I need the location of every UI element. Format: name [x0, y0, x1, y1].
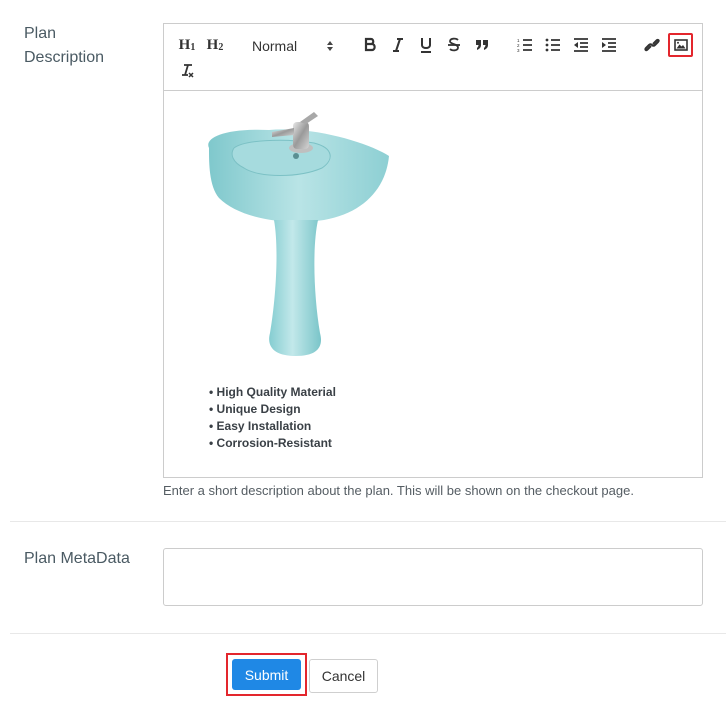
- feature-item: Corrosion-Resistant: [209, 435, 336, 452]
- underline-button[interactable]: [416, 35, 436, 55]
- feature-item: High Quality Material: [209, 384, 336, 401]
- heading-1-button[interactable]: H1: [176, 34, 198, 56]
- submit-button[interactable]: Submit: [232, 659, 301, 690]
- link-button[interactable]: [642, 35, 662, 55]
- section-divider: [10, 633, 726, 634]
- indent-icon: [601, 38, 617, 52]
- bold-icon: [363, 37, 377, 53]
- plan-metadata-input[interactable]: [163, 548, 703, 606]
- feature-item: Unique Design: [209, 401, 336, 418]
- strikethrough-button[interactable]: [444, 35, 464, 55]
- bullet-list-button[interactable]: [543, 35, 563, 55]
- underline-icon: [419, 37, 433, 53]
- plan-metadata-label: Plan MetaData: [24, 550, 130, 567]
- clear-format-icon: [179, 63, 195, 79]
- italic-icon: [391, 37, 405, 53]
- ordered-list-button[interactable]: 123: [515, 35, 535, 55]
- sink-image: [204, 108, 394, 363]
- svg-text:3: 3: [517, 48, 520, 52]
- rich-text-editor[interactable]: H1 H2 Normal 1 2 3 • High Quality Materi…: [163, 23, 703, 478]
- indent-button[interactable]: [599, 35, 619, 55]
- heading-2-label: H: [206, 36, 219, 53]
- editor-toolbar: H1 H2 Normal 1 2 3: [164, 24, 702, 91]
- ordered-list-icon: 123: [517, 38, 533, 52]
- outdent-icon: [573, 38, 589, 52]
- format-select-value: Normal: [252, 38, 298, 54]
- heading-2-button[interactable]: H2: [204, 34, 226, 56]
- blockquote-icon: [475, 39, 489, 51]
- heading-1-sub: 1: [190, 41, 196, 53]
- feature-item: Easy Installation: [209, 418, 336, 435]
- link-icon: [644, 37, 660, 53]
- plan-description-label: Plan Description: [24, 25, 105, 66]
- heading-2-sub: 2: [218, 41, 224, 53]
- section-divider: [10, 521, 726, 522]
- select-arrows-icon: [326, 39, 334, 57]
- insert-image-button[interactable]: [668, 33, 693, 57]
- clear-format-button[interactable]: [176, 60, 198, 82]
- editor-content[interactable]: High Quality Material Unique Design Easy…: [164, 92, 702, 477]
- image-icon: [673, 39, 688, 51]
- feature-list: High Quality Material Unique Design Easy…: [209, 384, 336, 452]
- heading-1-label: H: [178, 36, 191, 53]
- blockquote-button[interactable]: [472, 35, 492, 55]
- plan-description-help: Enter a short description about the plan…: [163, 483, 634, 498]
- outdent-button[interactable]: [571, 35, 591, 55]
- bullet-list-icon: [545, 38, 561, 52]
- strikethrough-icon: [447, 37, 461, 53]
- bold-button[interactable]: [360, 35, 380, 55]
- cancel-button[interactable]: Cancel: [309, 659, 378, 693]
- submit-highlight: Submit: [226, 653, 307, 696]
- italic-button[interactable]: [388, 35, 408, 55]
- format-select[interactable]: Normal: [244, 30, 340, 60]
